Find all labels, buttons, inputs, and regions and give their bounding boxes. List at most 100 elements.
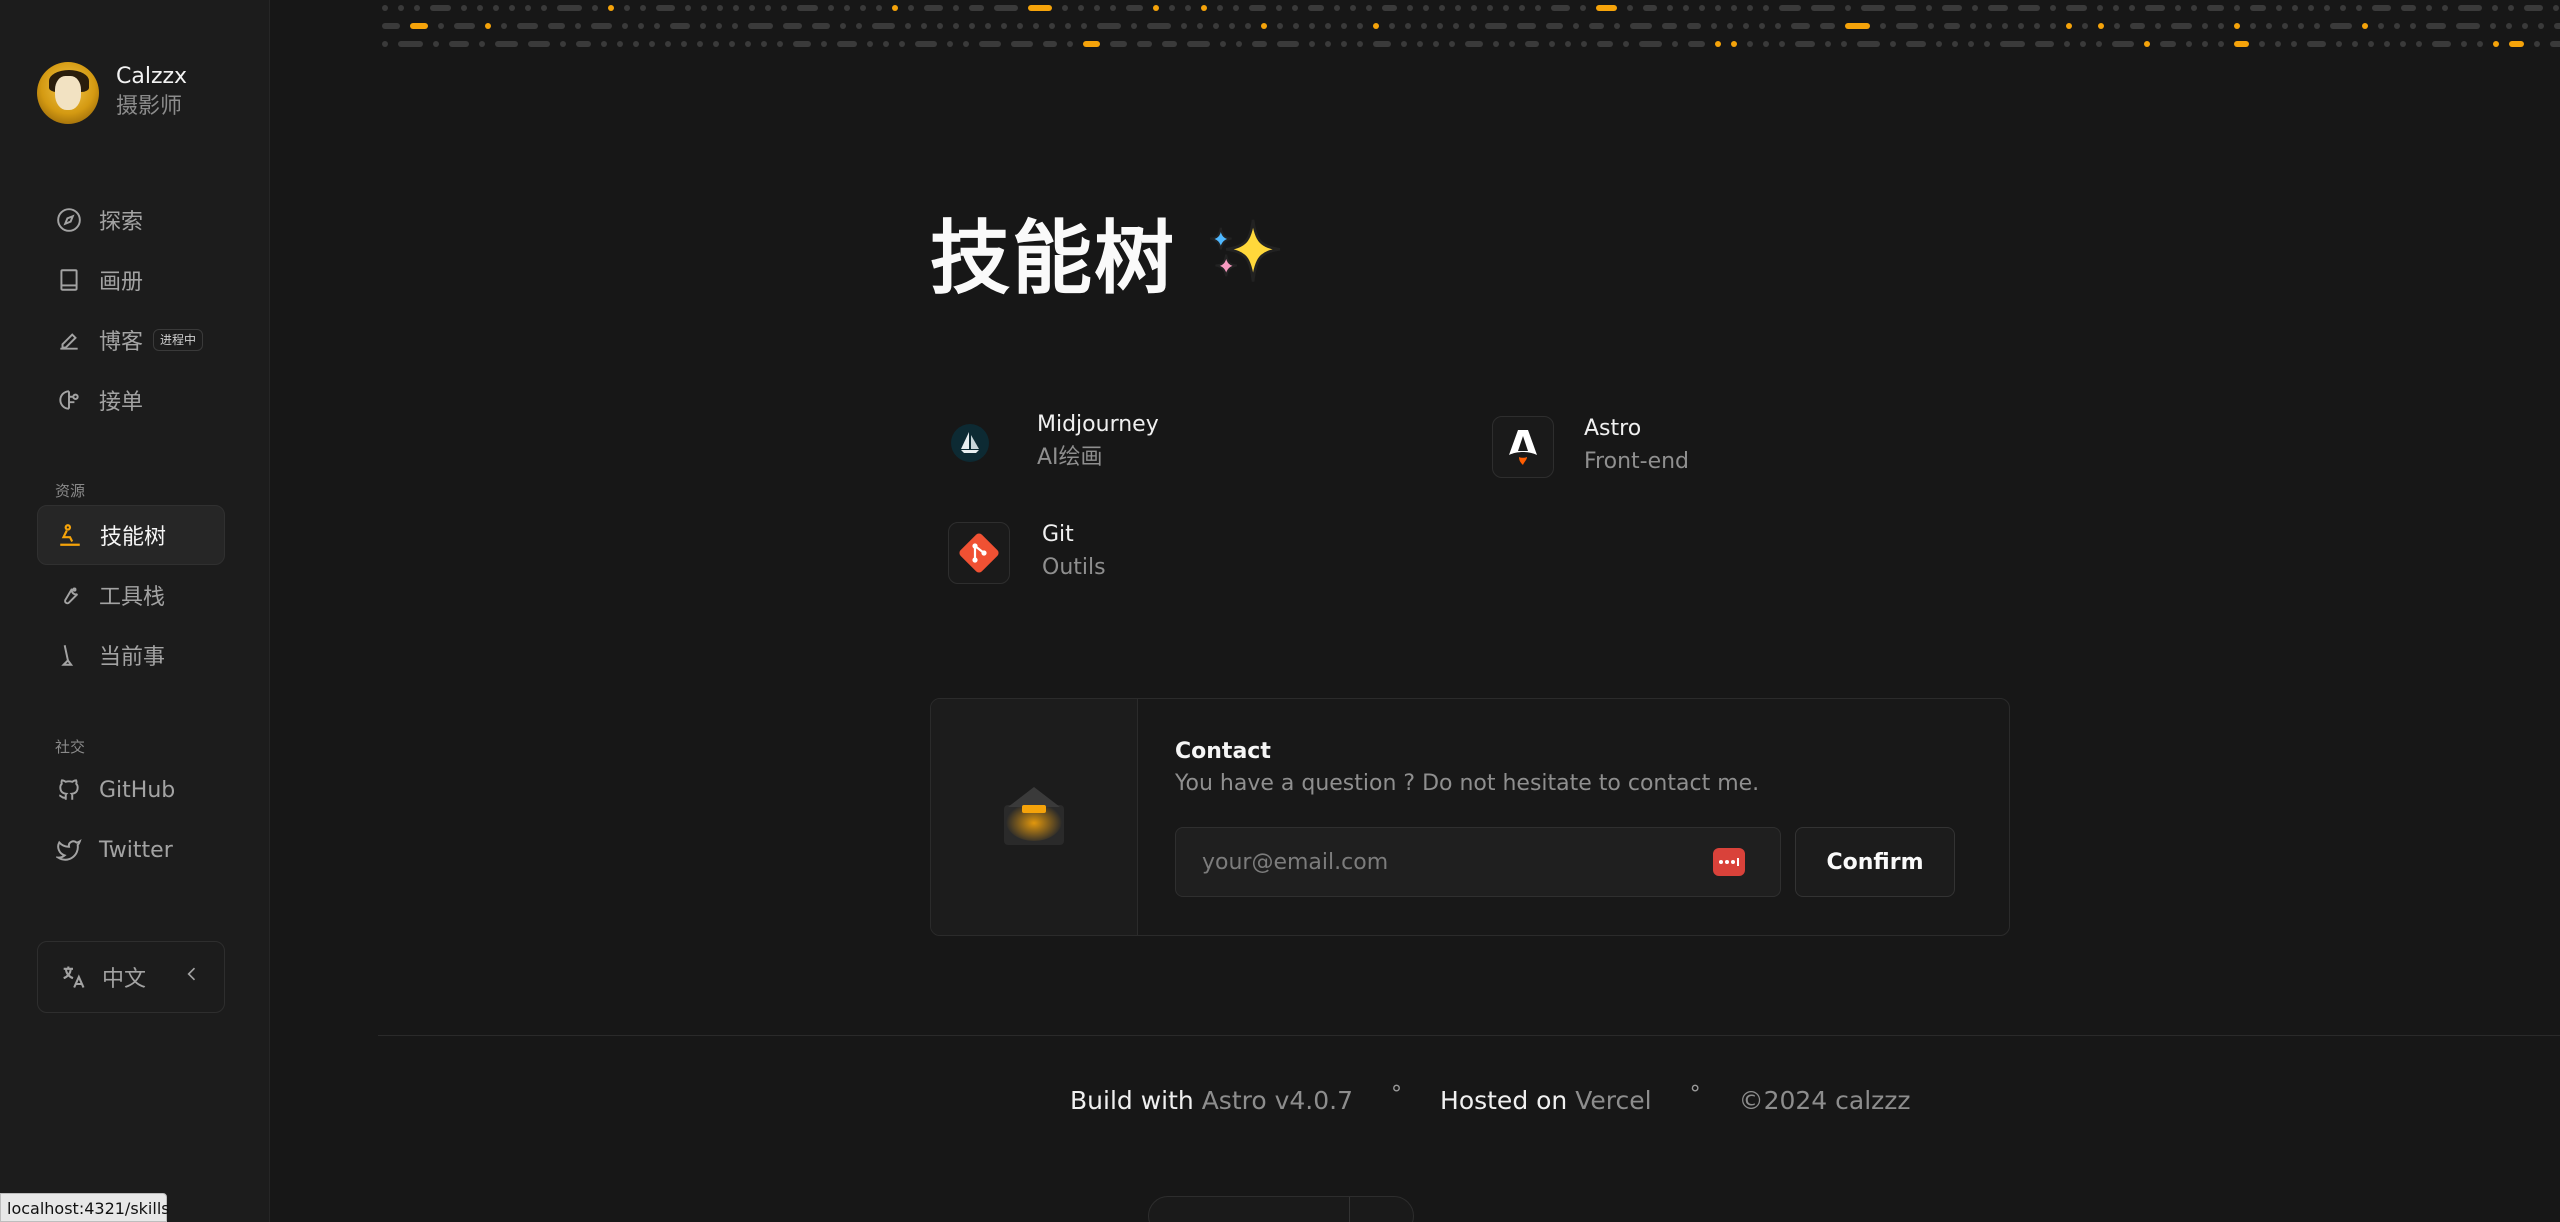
strip-dot <box>1181 23 1187 29</box>
strip-dot <box>1683 5 1689 11</box>
strip-dot <box>2171 23 2192 29</box>
skill-name: Astro <box>1584 416 1642 441</box>
strip-dot <box>2266 23 2272 29</box>
strip-dot <box>2534 41 2540 47</box>
strip-dot <box>793 41 811 47</box>
sidebar-item-skills[interactable]: 技能树 <box>37 505 225 565</box>
strip-dot <box>915 41 937 47</box>
strip-dot <box>1731 41 1737 47</box>
chevron-left-icon[interactable] <box>182 964 202 990</box>
profile[interactable]: Calzzx 摄影师 <box>37 62 187 124</box>
section-label-social: 社交 <box>55 738 86 756</box>
strip-dot <box>1245 23 1251 29</box>
strip-dot <box>1401 41 1407 47</box>
footer-divider <box>378 1035 2560 1036</box>
strip-dot <box>761 41 767 47</box>
strip-dot <box>2218 41 2224 47</box>
strip-dot <box>2259 41 2265 47</box>
confirm-button[interactable]: Confirm <box>1795 827 1955 897</box>
strip-dot <box>2202 23 2208 29</box>
email-input[interactable] <box>1175 827 1781 897</box>
sidebar-item-twitter[interactable]: Twitter <box>37 820 225 880</box>
sidebar-item-blog[interactable]: 博客 进程中 <box>37 310 225 370</box>
strip-dot <box>2035 41 2054 47</box>
skill-item-midjourney[interactable]: Midjourney AI绘画 <box>945 410 1159 476</box>
strip-dot <box>1743 23 1749 29</box>
strip-dot <box>2314 23 2320 29</box>
sidebar-item-tools[interactable]: 工具栈 <box>37 565 225 625</box>
strip-dot <box>733 5 739 11</box>
strip-dot <box>2050 23 2056 29</box>
strip-dot <box>1062 5 1068 11</box>
footer-hosted-link[interactable]: Vercel <box>1575 1086 1651 1115</box>
strip-dot <box>1277 41 1299 47</box>
strip-dot <box>2250 23 2256 29</box>
strip-dot <box>1845 5 1851 11</box>
strip-dot <box>1779 41 1785 47</box>
sidebar-item-orders[interactable]: 接单 <box>37 370 225 430</box>
strip-dot <box>1169 5 1175 11</box>
strip-dot <box>438 23 444 29</box>
strip-dot <box>883 41 889 47</box>
strip-dot <box>681 41 687 47</box>
sidebar-item-label: 技能树 <box>100 525 167 550</box>
strip-dot <box>1623 41 1629 47</box>
strip-dot <box>1449 41 1455 47</box>
strip-dot <box>937 23 943 29</box>
strip-dot <box>924 5 943 11</box>
strip-dot <box>1131 23 1137 29</box>
strip-dot <box>382 23 400 29</box>
sidebar-item-explore[interactable]: 探索 <box>37 190 225 250</box>
strip-dot <box>1936 41 1942 47</box>
footer-separator: ° <box>1689 1082 1701 1107</box>
strip-dot <box>2218 23 2224 29</box>
strip-dot <box>2400 41 2406 47</box>
strip-dot <box>1277 23 1283 29</box>
strip-dot <box>2509 41 2524 47</box>
strip-dot <box>700 23 706 29</box>
strip-dot <box>2034 23 2040 29</box>
sidebar-item-now[interactable]: 当前事 <box>37 625 225 685</box>
strip-dot <box>1197 23 1203 29</box>
strip-dot <box>2410 23 2416 29</box>
strip-dot <box>2553 5 2559 11</box>
password-manager-icon[interactable] <box>1713 848 1745 876</box>
strip-dot <box>2000 41 2025 47</box>
strip-dot <box>1373 23 1379 29</box>
strip-dot <box>1890 41 1896 47</box>
strip-dot <box>2524 5 2543 11</box>
strip-dot <box>1308 5 1324 11</box>
strip-dot <box>1503 5 1509 11</box>
sidebar-item-github[interactable]: GitHub <box>37 760 225 820</box>
bottom-dock[interactable] <box>1148 1196 1414 1222</box>
strip-dot <box>2114 23 2120 29</box>
page-title: 技能树 <box>930 194 1288 310</box>
strip-dot <box>1366 5 1372 11</box>
skill-item-astro[interactable]: Astro Front-end <box>1492 414 1689 480</box>
strip-dot <box>541 5 547 11</box>
skill-desc: Outils <box>1042 555 1106 580</box>
strip-dot <box>461 5 467 11</box>
language-switcher[interactable]: 中文 <box>37 941 225 1013</box>
strip-dot <box>1747 5 1753 11</box>
strip-dot <box>1845 23 1870 29</box>
twitter-icon <box>55 836 83 864</box>
strip-dot <box>2096 41 2102 47</box>
skill-item-git[interactable]: Git Outils <box>948 520 1106 586</box>
strip-dot <box>985 23 991 29</box>
strip-dot <box>1081 23 1087 29</box>
strip-dot <box>2018 5 2040 11</box>
strip-dot <box>1857 41 1880 47</box>
strip-dot <box>1453 23 1459 29</box>
sidebar-item-album[interactable]: 画册 <box>37 250 225 310</box>
sidebar-item-label: GitHub <box>99 777 176 803</box>
strip-dot <box>1580 5 1586 11</box>
strip-dot <box>1942 5 1962 11</box>
strip-dot <box>1455 5 1461 11</box>
strip-dot <box>2330 23 2352 29</box>
strip-dot <box>1078 5 1084 11</box>
sidebar-item-label: 博客 <box>99 330 144 355</box>
midjourney-icon <box>945 412 995 474</box>
strip-dot <box>1627 5 1633 11</box>
footer-build-link[interactable]: Astro v4.0.7 <box>1202 1086 1353 1115</box>
